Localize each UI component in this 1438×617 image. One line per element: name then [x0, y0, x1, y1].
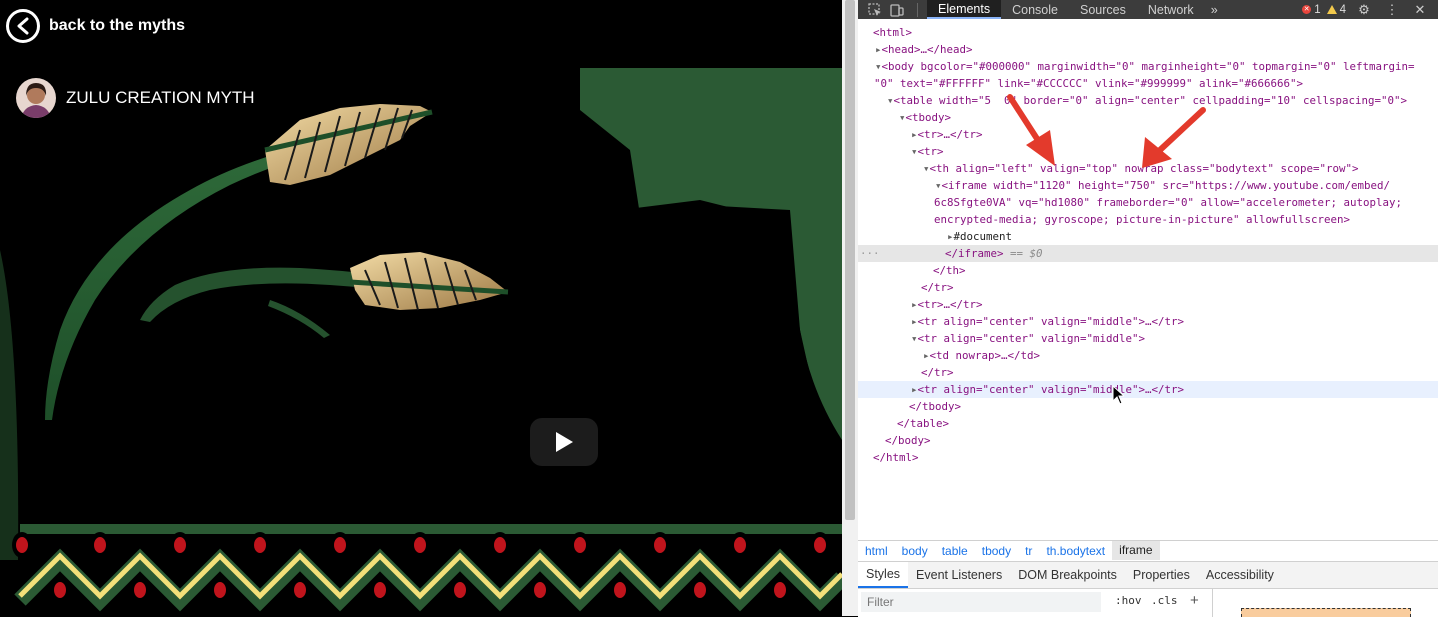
back-to-myths-link[interactable]: back to the myths	[6, 6, 185, 46]
dom-node-body-close[interactable]: </body>	[858, 432, 1438, 449]
dom-node-head[interactable]: ▸<head>…</head>	[858, 41, 1438, 58]
play-icon	[556, 432, 573, 452]
breadcrumb-th[interactable]: th.bodytext	[1039, 544, 1112, 558]
styles-filter-bar: :hov .cls +	[858, 588, 1438, 617]
expand-arrow-icon[interactable]: ▸	[858, 298, 918, 311]
mouse-cursor-icon	[1112, 385, 1124, 405]
dom-tree: <html> ▸<head>…</head> ▾<body bgcolor="#…	[858, 22, 1438, 537]
dom-node-th[interactable]: ▾<th align="left" valign="top" nowrap cl…	[858, 160, 1438, 177]
tab-elements[interactable]: Elements	[927, 0, 1002, 19]
close-devtools-icon[interactable]: ✕	[1406, 2, 1434, 18]
dom-node-tr[interactable]: ▸<tr>…</tr>	[858, 296, 1438, 313]
toolbar-right-icons: ⚙ ⋮ ✕	[1350, 0, 1434, 19]
dom-node-body-cont[interactable]: "0" text="#FFFFFF" link="#CCCCCC" vlink=…	[858, 75, 1438, 92]
collapse-arrow-icon[interactable]: ▾	[858, 145, 918, 158]
toolbar-divider	[917, 2, 918, 17]
issue-badges[interactable]: ✕ 1 4	[1296, 0, 1346, 19]
warning-icon	[1326, 5, 1337, 14]
tab-dom-breakpoints[interactable]: DOM Breakpoints	[1010, 562, 1125, 588]
collapse-arrow-icon[interactable]: ▾	[858, 60, 882, 73]
dom-node-tr[interactable]: ▾<tr>	[858, 143, 1438, 160]
tab-accessibility[interactable]: Accessibility	[1198, 562, 1282, 588]
class-toggle-button[interactable]: .cls	[1151, 594, 1178, 607]
dom-node-body[interactable]: ▾<body bgcolor="#000000" marginwidth="0"…	[858, 58, 1438, 75]
dom-node-tr-close[interactable]: </tr>	[858, 364, 1438, 381]
collapse-arrow-icon[interactable]: ▾	[858, 179, 942, 192]
tab-styles[interactable]: Styles	[858, 562, 909, 588]
dom-node-html[interactable]: <html>	[858, 24, 1438, 41]
back-link-label: back to the myths	[49, 17, 186, 34]
warning-count-badge[interactable]: 4	[1326, 4, 1346, 16]
expand-arrow-icon[interactable]: ▸	[858, 315, 918, 328]
dom-node-html-close[interactable]: </html>	[858, 449, 1438, 466]
collapse-arrow-icon[interactable]: ▾	[858, 162, 930, 175]
styles-subtabs: Styles Event Listeners DOM Breakpoints P…	[858, 561, 1438, 588]
expand-arrow-icon[interactable]: ▸	[858, 349, 930, 362]
dom-node-document[interactable]: ▸#document	[858, 228, 1438, 245]
video-title[interactable]: ZULU CREATION MYTH	[66, 88, 255, 108]
breadcrumb-table[interactable]: table	[935, 544, 975, 558]
dom-node-th-close[interactable]: </th>	[858, 262, 1438, 279]
expand-arrow-icon[interactable]: ▸	[858, 230, 954, 243]
settings-gear-icon[interactable]: ⚙	[1350, 2, 1378, 18]
dom-node-iframe[interactable]: ▾<iframe width="1120" height="750" src="…	[858, 177, 1438, 194]
dom-node-iframe-close-selected[interactable]: ··· </iframe> == $0	[858, 245, 1438, 262]
collapse-arrow-icon[interactable]: ▾	[858, 111, 906, 124]
new-style-rule-button[interactable]: +	[1190, 592, 1199, 609]
dom-node-iframe-cont[interactable]: encrypted-media; gyroscope; picture-in-p…	[858, 211, 1438, 228]
dom-node-table[interactable]: ▾<table width="5 0" border="0" align="ce…	[858, 92, 1438, 109]
expand-arrow-icon[interactable]: ▸	[858, 43, 882, 56]
dom-node-iframe-cont[interactable]: 6c8Sfgte0VA" vq="hd1080" frameborder="0"…	[858, 194, 1438, 211]
pane-divider[interactable]	[1212, 589, 1213, 617]
collapse-arrow-icon[interactable]: ▾	[858, 332, 918, 345]
styles-filter-input[interactable]	[861, 592, 1101, 612]
tab-properties[interactable]: Properties	[1125, 562, 1198, 588]
dom-node-tr-hovered[interactable]: ▸<tr align="center" valign="middle">…</t…	[858, 381, 1438, 398]
dom-node-tr-close[interactable]: </tr>	[858, 279, 1438, 296]
breadcrumb-body[interactable]: body	[895, 544, 935, 558]
back-arrow-icon	[6, 9, 40, 43]
breadcrumb-html[interactable]: html	[858, 544, 895, 558]
dom-node-tbody-close[interactable]: </tbody>	[858, 398, 1438, 415]
breadcrumb-iframe[interactable]: iframe	[1112, 541, 1160, 560]
devtools-toolbar: Elements Console Sources Network » ✕ 1 4 …	[858, 0, 1438, 19]
node-actions-ellipsis[interactable]: ···	[860, 245, 880, 262]
dom-node-tbody[interactable]: ▾<tbody>	[858, 109, 1438, 126]
dom-node-tr[interactable]: ▾<tr align="center" valign="middle">	[858, 330, 1438, 347]
dom-node-td[interactable]: ▸<td nowrap>…</td>	[858, 347, 1438, 364]
devtools-panel: Elements Console Sources Network » ✕ 1 4 …	[858, 0, 1438, 617]
breadcrumb-tr[interactable]: tr	[1018, 544, 1039, 558]
hover-state-button[interactable]: :hov	[1115, 594, 1142, 607]
more-tabs-button[interactable]: »	[1205, 0, 1224, 19]
dom-node-tr[interactable]: ▸<tr>…</tr>	[858, 126, 1438, 143]
breadcrumb: html body table tbody tr th.bodytext ifr…	[858, 540, 1438, 560]
console-ref: == $0	[1010, 247, 1043, 260]
more-options-icon[interactable]: ⋮	[1378, 2, 1406, 18]
channel-avatar[interactable]	[16, 78, 56, 118]
error-count-badge[interactable]: ✕ 1	[1302, 4, 1321, 16]
tab-network[interactable]: Network	[1137, 0, 1205, 19]
web-page: back to the myths ZULU CREATION MYTH	[0, 0, 842, 616]
play-button[interactable]	[530, 418, 598, 466]
tab-console[interactable]: Console	[1001, 0, 1069, 19]
dom-node-tr[interactable]: ▸<tr align="center" valign="middle">…</t…	[858, 313, 1438, 330]
scrollbar-thumb[interactable]	[845, 0, 855, 520]
breadcrumb-tbody[interactable]: tbody	[975, 544, 1018, 558]
error-icon: ✕	[1302, 5, 1312, 14]
inspect-element-icon[interactable]	[864, 0, 886, 19]
expand-arrow-icon[interactable]: ▸	[858, 383, 918, 396]
expand-arrow-icon[interactable]: ▸	[858, 128, 918, 141]
device-toolbar-icon[interactable]	[886, 0, 908, 19]
tab-sources[interactable]: Sources	[1069, 0, 1137, 19]
video-header: ZULU CREATION MYTH	[16, 78, 255, 118]
dom-node-table-close[interactable]: </table>	[858, 415, 1438, 432]
tab-event-listeners[interactable]: Event Listeners	[908, 562, 1010, 588]
collapse-arrow-icon[interactable]: ▾	[858, 94, 894, 107]
page-scrollbar[interactable]	[842, 0, 858, 616]
